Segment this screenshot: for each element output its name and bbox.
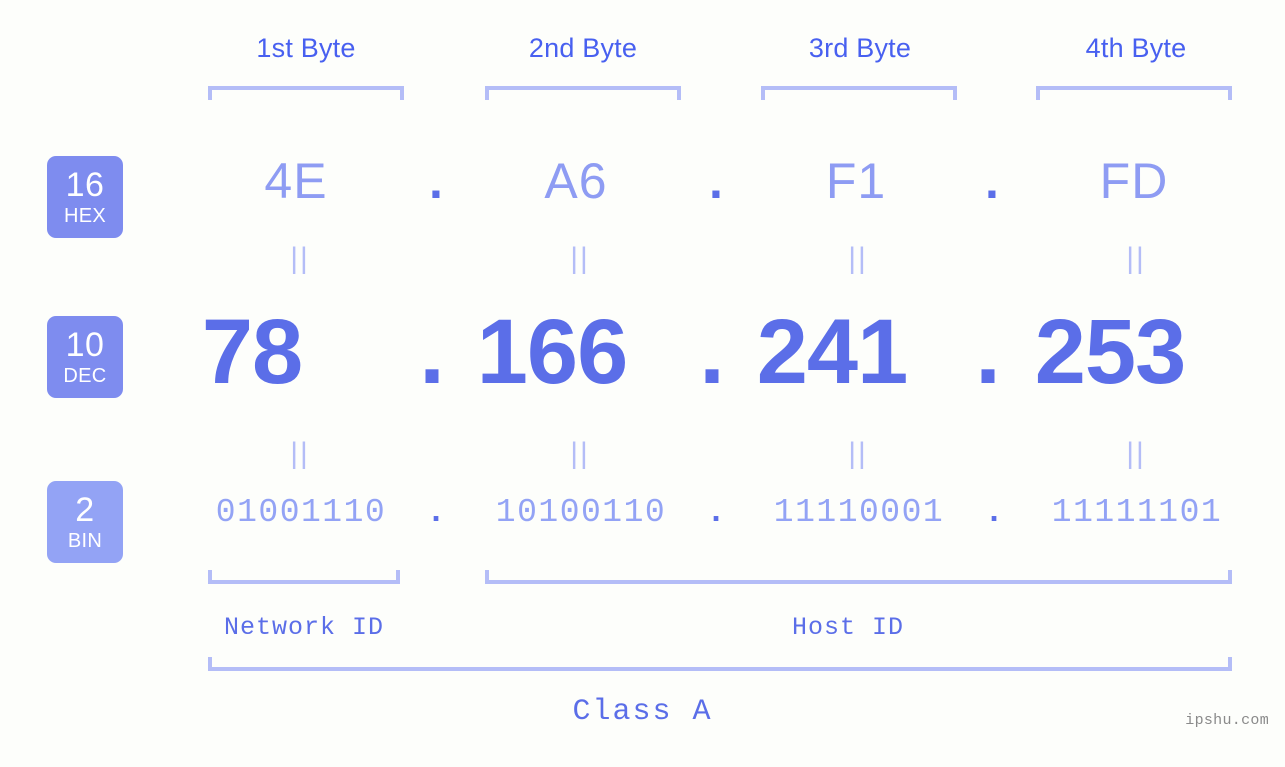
dec-separator-1: . (419, 301, 445, 403)
class-bracket (208, 657, 1232, 671)
network-id-label: Network ID (223, 613, 385, 642)
base-badge-dec: 10 DEC (47, 316, 123, 398)
hex-value-byte-4: FD (1099, 153, 1169, 209)
byte-bracket-top-3 (761, 86, 957, 100)
hex-separator-1: . (429, 153, 443, 209)
byte-header-label-4: 4th Byte (1085, 33, 1187, 63)
watermark-text: ipshu.com (1185, 712, 1269, 729)
bin-value-byte-2: 10100110 (495, 494, 667, 531)
equality-mark-dec-bin-2: || (570, 437, 590, 470)
base-badge-bin-name: BIN (67, 530, 103, 552)
dec-value-byte-2: 166 (476, 301, 629, 403)
bin-separator-2: . (706, 494, 726, 531)
bin-value-byte-4: 11111101 (1051, 494, 1223, 531)
class-label: Class A (572, 695, 713, 729)
base-badge-dec-name: DEC (63, 365, 107, 387)
base-badge-hex-number: 16 (65, 166, 105, 204)
hex-separator-3: . (985, 153, 999, 209)
equality-mark-hex-dec-2: || (570, 242, 590, 275)
base-badge-hex-name: HEX (63, 205, 107, 227)
dec-value-byte-4: 253 (1034, 301, 1187, 403)
equality-mark-dec-bin-1: || (290, 437, 310, 470)
byte-bracket-top-1 (208, 86, 404, 100)
equality-mark-dec-bin-4: || (1126, 437, 1146, 470)
base-badge-hex: 16 HEX (47, 156, 123, 238)
byte-bracket-top-2 (485, 86, 681, 100)
dec-separator-3: . (975, 301, 1001, 403)
base-badge-bin: 2 BIN (47, 481, 123, 563)
dec-separator-2: . (699, 301, 725, 403)
equality-mark-hex-dec-4: || (1126, 242, 1146, 275)
byte-header-label-1: 1st Byte (256, 33, 356, 63)
bin-value-byte-1: 01001110 (215, 494, 387, 531)
byte-header-label-3: 3rd Byte (808, 33, 912, 63)
dec-value-byte-3: 241 (756, 301, 909, 403)
host-id-bracket (485, 570, 1232, 584)
equality-mark-dec-bin-3: || (848, 437, 868, 470)
host-id-label: Host ID (791, 613, 905, 642)
hex-value-byte-2: A6 (544, 153, 608, 209)
equality-mark-hex-dec-1: || (290, 242, 310, 275)
byte-bracket-top-4 (1036, 86, 1232, 100)
bin-separator-1: . (426, 494, 446, 531)
network-id-bracket (208, 570, 400, 584)
bin-value-byte-3: 11110001 (773, 494, 945, 531)
bin-separator-3: . (984, 494, 1004, 531)
hex-value-byte-1: 4E (264, 153, 328, 209)
equality-mark-hex-dec-3: || (848, 242, 868, 275)
hex-value-byte-3: F1 (825, 153, 887, 209)
hex-separator-2: . (709, 153, 723, 209)
ip-byte-breakdown-diagram: 1st Byte 2nd Byte 3rd Byte 4th Byte 16 H… (0, 0, 1285, 767)
base-badge-dec-number: 10 (65, 326, 105, 364)
byte-header-label-2: 2nd Byte (528, 33, 638, 63)
base-badge-bin-number: 2 (75, 491, 95, 529)
dec-value-byte-1: 78 (201, 301, 303, 403)
